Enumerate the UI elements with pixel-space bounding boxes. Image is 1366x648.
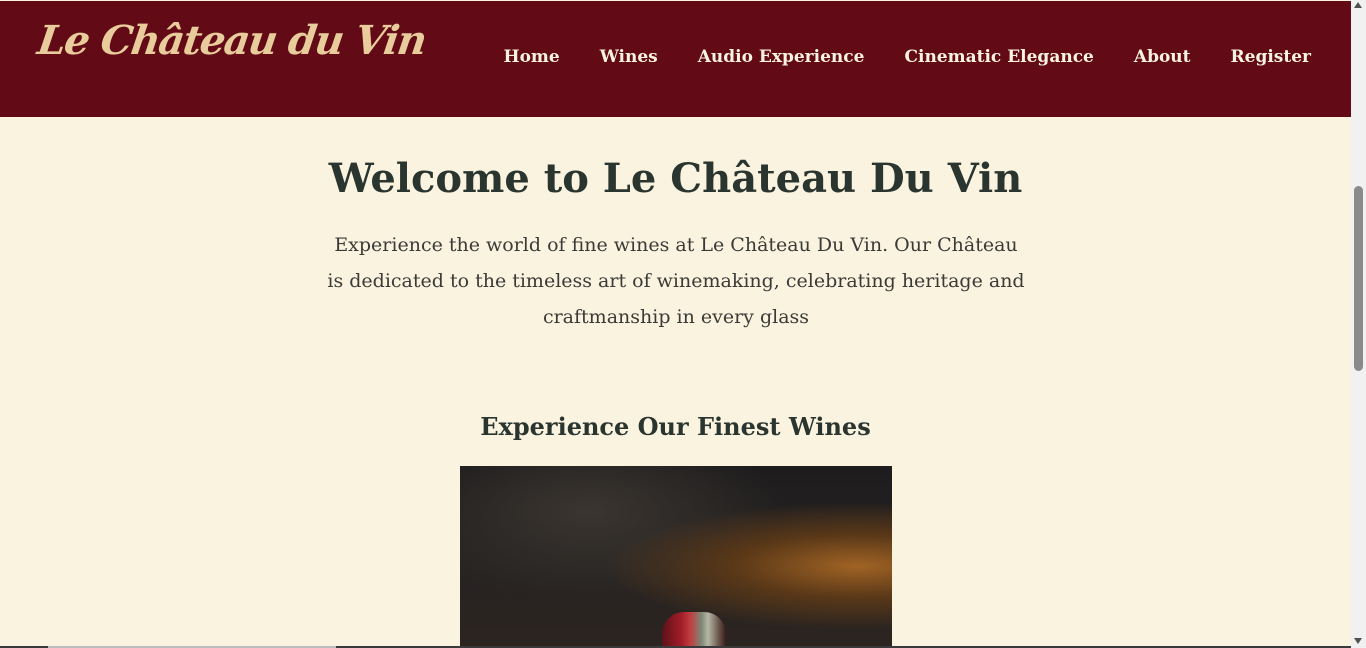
nav-link-register[interactable]: Register [1231,47,1311,67]
site-logo[interactable]: Le Château du Vin [35,17,429,64]
main-content: Welcome to Le Château Du Vin Experience … [0,117,1351,648]
scroll-thumb[interactable] [1354,186,1363,371]
nav-link-home[interactable]: Home [504,47,560,67]
nav-link-wines[interactable]: Wines [600,47,658,67]
nav-link-about[interactable]: About [1134,47,1191,67]
top-navbar: Le Château du Vin Home Wines Audio Exper… [0,1,1351,117]
bottle-cap [662,612,726,648]
vertical-scrollbar[interactable] [1351,0,1366,648]
nav-link-cinematic-elegance[interactable]: Cinematic Elegance [904,47,1093,67]
welcome-title: Welcome to Le Château Du Vin [328,155,1023,202]
main-nav: Home Wines Audio Experience Cinematic El… [504,47,1311,67]
scroll-up-arrow-icon[interactable] [1354,2,1362,8]
wine-bottle-photo [460,466,892,648]
scroll-down-arrow-icon[interactable] [1354,638,1362,644]
finest-wines-heading: Experience Our Finest Wines [480,412,871,441]
intro-paragraph: Experience the world of fine wines at Le… [327,234,1025,328]
nav-link-audio-experience[interactable]: Audio Experience [698,47,865,67]
